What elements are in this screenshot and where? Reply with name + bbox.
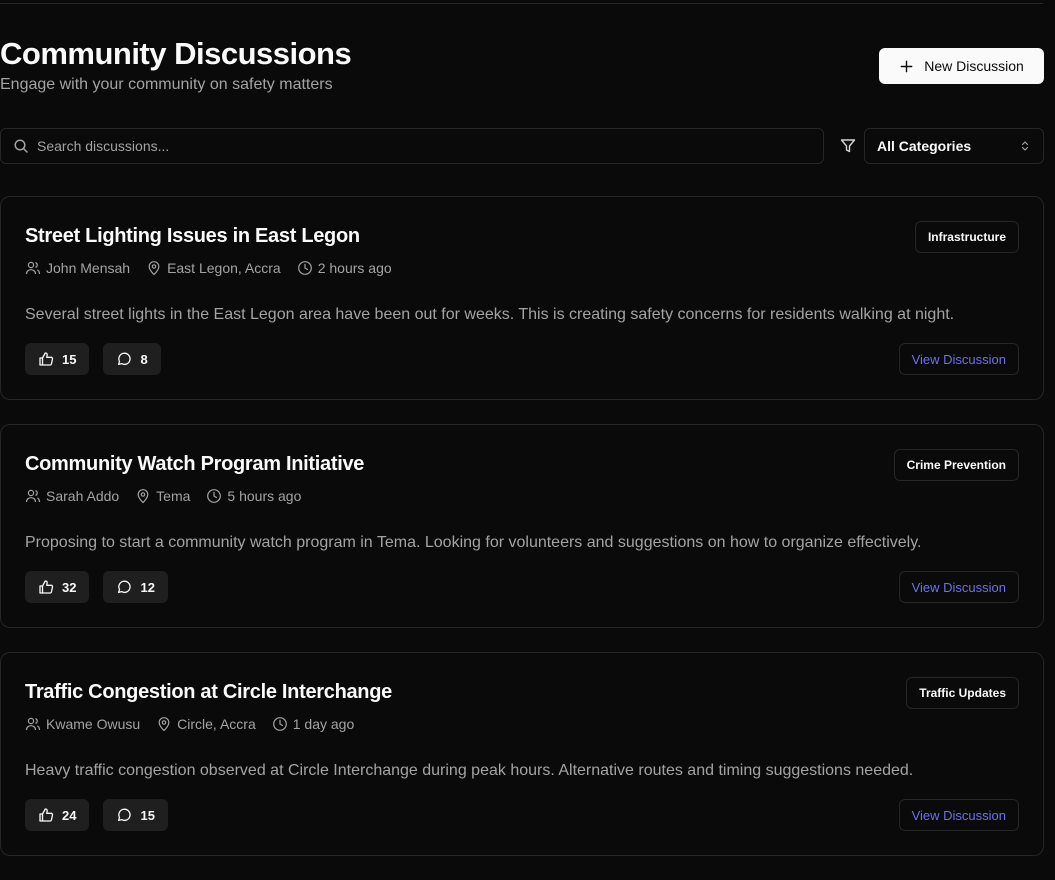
users-icon (25, 717, 41, 731)
search-box (0, 128, 824, 164)
author: Kwame Owusu (25, 716, 140, 732)
location: Tema (135, 488, 190, 504)
author: Sarah Addo (25, 488, 119, 504)
discussion-excerpt: Proposing to start a community watch pro… (25, 534, 922, 551)
author-name: Kwame Owusu (46, 716, 141, 732)
time-ago: 1 day ago (292, 716, 355, 732)
discussion-title[interactable]: Traffic Congestion at Circle Interchange (25, 681, 392, 704)
message-circle-icon (118, 580, 132, 594)
category-select[interactable]: All Categories (864, 128, 1044, 164)
comment-count: 12 (140, 579, 155, 595)
like-button[interactable]: 24 (25, 799, 90, 831)
author-name: John Mensah (46, 260, 131, 276)
category-badge: Crime Prevention (893, 449, 1019, 481)
timestamp: 1 day ago (272, 716, 355, 732)
location: East Legon, Accra (146, 260, 281, 276)
top-divider (0, 3, 1043, 4)
time-ago: 5 hours ago (227, 488, 302, 504)
new-discussion-label: New Discussion (924, 58, 1024, 74)
thumbs-up-icon (39, 808, 54, 822)
message-circle-icon (118, 808, 132, 822)
comment-button[interactable]: 15 (103, 799, 168, 831)
author-name: Sarah Addo (46, 488, 120, 504)
chevron-up-down-icon (1021, 141, 1029, 151)
discussion-actions: 24 15 (25, 799, 168, 831)
view-discussion-button[interactable]: View Discussion (898, 571, 1019, 603)
time-ago: 2 hours ago (317, 260, 392, 276)
view-discussion-button[interactable]: View Discussion (898, 343, 1019, 375)
filter-icon[interactable] (839, 137, 857, 155)
message-circle-icon (118, 352, 132, 366)
new-discussion-button[interactable]: New Discussion (879, 48, 1044, 84)
category-badge: Traffic Updates (906, 677, 1019, 709)
view-discussion-button[interactable]: View Discussion (898, 799, 1019, 831)
discussion-meta: Sarah Addo Tema 5 hours ago (25, 488, 317, 504)
comment-count: 8 (140, 351, 148, 367)
like-count: 15 (62, 351, 77, 367)
like-count: 24 (62, 807, 77, 823)
search-input[interactable] (37, 131, 797, 161)
location-name: Tema (156, 488, 191, 504)
discussion-meta: Kwame Owusu Circle, Accra 1 day ago (25, 716, 370, 732)
location: Circle, Accra (156, 716, 256, 732)
search-filter-bar: All Categories (0, 128, 1044, 164)
thumbs-up-icon (39, 352, 54, 366)
location-name: East Legon, Accra (167, 260, 281, 276)
map-pin-icon (137, 489, 149, 504)
search-icon (14, 139, 28, 153)
clock-icon (297, 261, 312, 275)
discussion-meta: John Mensah East Legon, Accra 2 hours ag… (25, 260, 408, 276)
discussion-actions: 32 12 (25, 571, 168, 603)
discussion-excerpt: Heavy traffic congestion observed at Cir… (25, 762, 914, 779)
discussion-excerpt: Several street lights in the East Legon … (25, 306, 955, 323)
discussion-title[interactable]: Street Lighting Issues in East Legon (25, 225, 360, 248)
like-button[interactable]: 15 (25, 343, 90, 375)
category-badge: Infrastructure (914, 221, 1019, 253)
category-select-value: All Categories (877, 138, 972, 154)
discussion-title[interactable]: Community Watch Program Initiative (25, 453, 364, 476)
author: John Mensah (25, 260, 130, 276)
comment-button[interactable]: 12 (103, 571, 168, 603)
clock-icon (272, 717, 287, 731)
map-pin-icon (148, 261, 160, 276)
thumbs-up-icon (39, 580, 54, 594)
location-name: Circle, Accra (177, 716, 256, 732)
timestamp: 5 hours ago (206, 488, 301, 504)
page-header: Community Discussions Engage with your c… (0, 36, 1044, 106)
timestamp: 2 hours ago (297, 260, 392, 276)
discussion-card: Street Lighting Issues in East Legon Inf… (0, 196, 1044, 400)
like-count: 32 (62, 579, 77, 595)
plus-icon (900, 60, 913, 72)
clock-icon (207, 489, 222, 503)
like-button[interactable]: 32 (25, 571, 90, 603)
discussion-actions: 15 8 (25, 343, 161, 375)
users-icon (25, 489, 41, 503)
users-icon (25, 261, 41, 275)
comment-button[interactable]: 8 (103, 343, 161, 375)
discussion-card: Traffic Congestion at Circle Interchange… (0, 652, 1044, 856)
discussion-card: Community Watch Program Initiative Crime… (0, 424, 1044, 628)
comment-count: 15 (140, 807, 155, 823)
map-pin-icon (158, 717, 170, 732)
